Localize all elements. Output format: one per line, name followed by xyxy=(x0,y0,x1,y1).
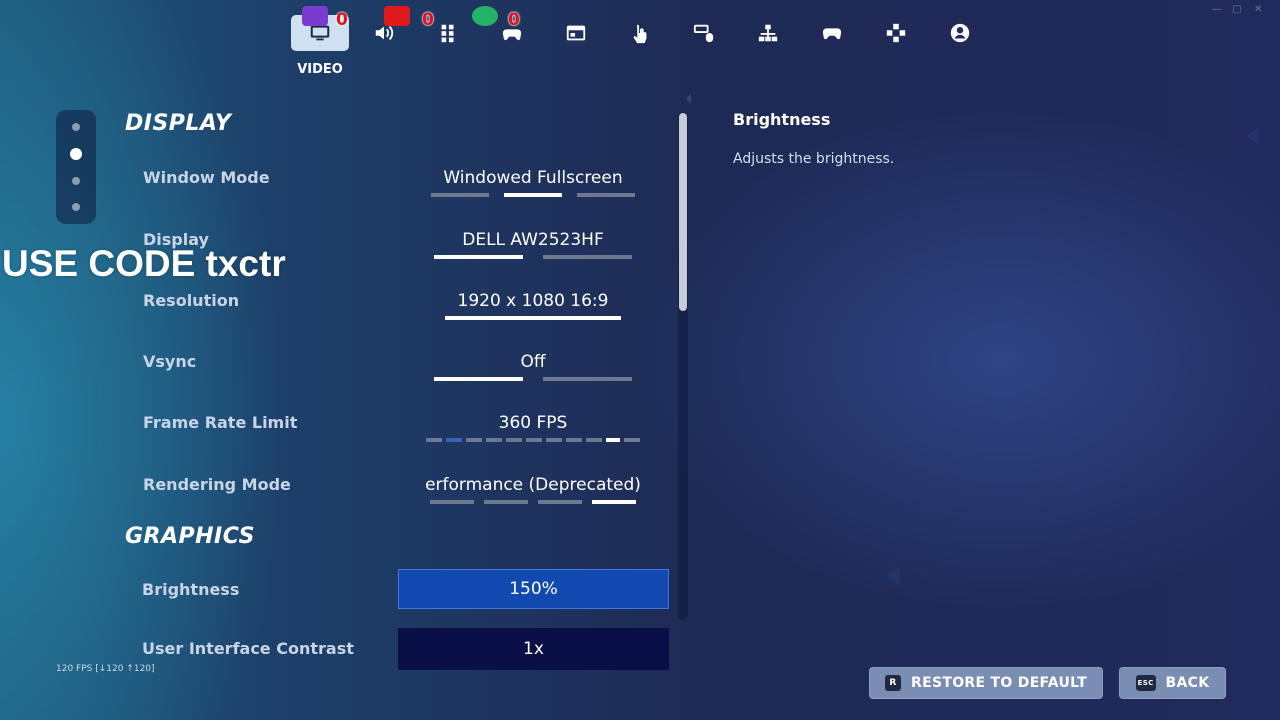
vsync-value[interactable]: Off xyxy=(393,352,673,372)
minimize-icon[interactable]: — xyxy=(1212,4,1222,15)
pager-dot[interactable] xyxy=(72,203,80,211)
twitch-icon xyxy=(302,6,328,26)
tab-controller[interactable] xyxy=(802,10,862,56)
rendering-mode-option[interactable] xyxy=(538,500,582,504)
rendering-mode-label: Rendering Mode xyxy=(143,475,291,494)
restore-default-button[interactable]: R RESTORE TO DEFAULT xyxy=(869,667,1103,699)
tab-controller-bindings[interactable] xyxy=(866,10,926,56)
ui-contrast-label: User Interface Contrast xyxy=(142,639,354,658)
resolution-value[interactable]: 1920 x 1080 16:9 xyxy=(393,291,673,311)
decor-triangle xyxy=(886,566,900,586)
rendering-mode-option[interactable] xyxy=(484,500,528,504)
promo-overlay-text: USE CODE txctr xyxy=(2,243,286,284)
frame-rate-option[interactable] xyxy=(466,438,482,442)
rendering-mode-value[interactable]: erformance (Deprecated) xyxy=(393,475,673,495)
green-platform-icon xyxy=(472,6,498,26)
display-value[interactable]: DELL AW2523HF xyxy=(393,230,673,250)
window-mode-option[interactable] xyxy=(577,193,635,197)
settings-scrollbar-thumb[interactable] xyxy=(679,113,687,311)
frame-rate-option[interactable] xyxy=(566,438,582,442)
green-count: 0 xyxy=(508,10,520,30)
fps-counter: 120 FPS [↓120 ↑120] xyxy=(56,664,155,674)
restore-default-label: RESTORE TO DEFAULT xyxy=(911,675,1087,691)
frame-rate-option[interactable] xyxy=(486,438,502,442)
frame-rate-limit-label: Frame Rate Limit xyxy=(143,413,298,432)
brightness-slider[interactable]: 150% xyxy=(398,569,669,609)
frame-rate-option-selected[interactable] xyxy=(606,438,620,442)
ui-contrast-value: 1x xyxy=(523,639,544,659)
frame-rate-option[interactable] xyxy=(426,438,442,442)
youtube-count: 0 xyxy=(422,10,434,30)
window-mode-option[interactable] xyxy=(431,193,489,197)
resolution-option-selected[interactable] xyxy=(445,316,621,320)
section-pager[interactable] xyxy=(56,110,96,224)
description-title: Brightness xyxy=(733,110,831,129)
account-icon xyxy=(950,23,970,43)
frame-rate-option[interactable] xyxy=(446,438,462,442)
twitch-count: 0 xyxy=(336,10,348,30)
brightness-label: Brightness xyxy=(142,580,240,599)
section-display-title: DISPLAY xyxy=(125,111,232,136)
frame-rate-option[interactable] xyxy=(526,438,542,442)
pager-dot[interactable] xyxy=(72,123,80,131)
resolution-label: Resolution xyxy=(143,291,240,310)
close-icon[interactable]: ✕ xyxy=(1254,4,1262,15)
back-button[interactable]: ESC BACK xyxy=(1119,667,1226,699)
rendering-mode-option-selected[interactable] xyxy=(592,500,636,504)
youtube-icon xyxy=(384,6,410,26)
window-icon xyxy=(566,25,586,41)
pager-dot-active[interactable] xyxy=(70,148,82,160)
grid-icon xyxy=(441,24,454,43)
back-label: BACK xyxy=(1165,675,1210,691)
vsync-option-selected[interactable] xyxy=(434,377,523,381)
touch-icon xyxy=(633,24,647,44)
window-mode-value[interactable]: Windowed Fullscreen xyxy=(393,168,673,188)
pager-dot[interactable] xyxy=(72,177,80,185)
tab-touch[interactable] xyxy=(610,10,670,56)
tab-keyboard-mouse[interactable] xyxy=(674,10,734,56)
rendering-mode-option[interactable] xyxy=(430,500,474,504)
ui-contrast-slider[interactable]: 1x xyxy=(398,628,669,670)
restore-key-hint: R xyxy=(885,675,902,691)
description-text: Adjusts the brightness. xyxy=(733,151,895,167)
keyboard-mouse-icon xyxy=(693,24,714,43)
window-mode-label: Window Mode xyxy=(143,168,270,187)
top-nav: 0 0 0 xyxy=(284,6,994,56)
network-icon xyxy=(758,24,778,42)
decor-triangle xyxy=(686,94,691,104)
tab-account[interactable] xyxy=(930,10,990,56)
brightness-value: 150% xyxy=(509,579,558,599)
display-option-selected[interactable] xyxy=(434,255,523,259)
active-tab-label: VIDEO xyxy=(297,62,343,77)
frame-rate-option[interactable] xyxy=(624,438,640,442)
tab-game-ui[interactable] xyxy=(546,10,606,56)
frame-rate-limit-value[interactable]: 360 FPS xyxy=(393,413,673,433)
frame-rate-option[interactable] xyxy=(586,438,602,442)
frame-rate-option[interactable] xyxy=(546,438,562,442)
window-mode-option-selected[interactable] xyxy=(504,193,562,197)
back-key-hint: ESC xyxy=(1135,675,1156,691)
frame-rate-option[interactable] xyxy=(506,438,522,442)
vsync-option[interactable] xyxy=(543,377,632,381)
maximize-icon[interactable]: □ xyxy=(1232,4,1241,15)
section-graphics-title: GRAPHICS xyxy=(125,524,255,549)
tab-network[interactable] xyxy=(738,10,798,56)
display-option[interactable] xyxy=(543,255,632,259)
controller-icon xyxy=(822,28,842,40)
decor-triangle xyxy=(1246,128,1258,144)
vsync-label: Vsync xyxy=(143,352,197,371)
dpad-icon xyxy=(886,23,906,43)
